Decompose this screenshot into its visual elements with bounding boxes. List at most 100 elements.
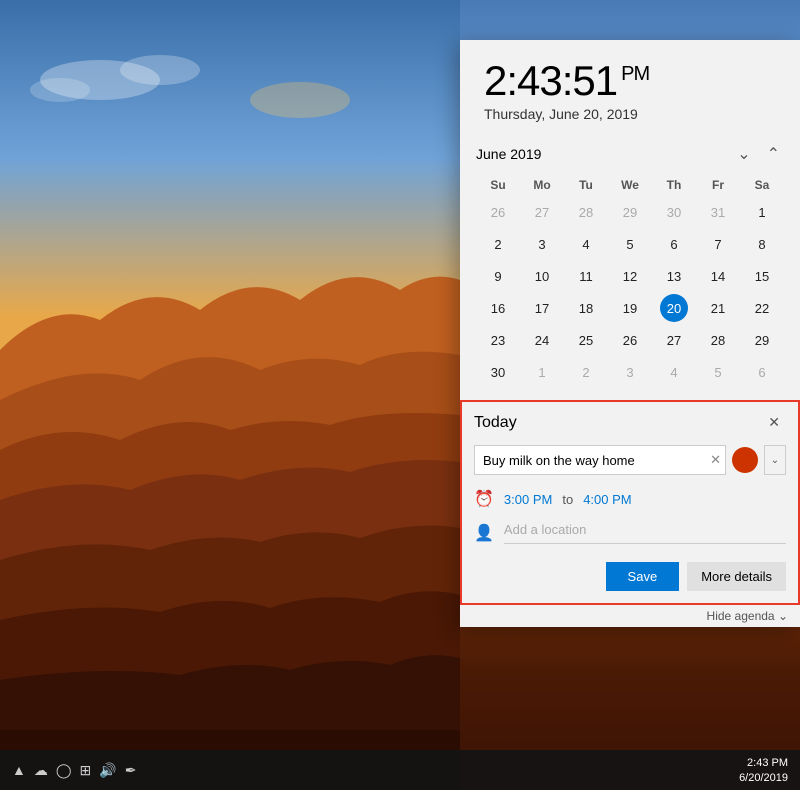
calendar-day[interactable]: 6	[652, 228, 696, 260]
event-location-row: 👤 Add a location	[462, 515, 798, 554]
calendar-next-button[interactable]: ⌃	[763, 142, 784, 166]
calendar-day[interactable]: 14	[696, 260, 740, 292]
calendar-week-6: 30 1 2 3 4 5 6	[476, 356, 784, 388]
taskbar-volume-icon[interactable]: 🔊	[99, 762, 116, 779]
taskbar-pen-icon[interactable]: ✒	[125, 762, 137, 779]
taskbar-notification-icons: ▲ ☁ ◯ ⊞ 🔊 ✒	[12, 762, 136, 779]
calendar-day[interactable]: 5	[696, 356, 740, 388]
taskbar-right: 2:43 PM 6/20/2019	[739, 756, 788, 783]
taskbar-datetime[interactable]: 2:43 PM 6/20/2019	[739, 756, 788, 783]
calendar-day[interactable]: 15	[740, 260, 784, 292]
event-time-start[interactable]: 3:00 PM	[504, 492, 552, 507]
calendar-day[interactable]: 1	[520, 356, 564, 388]
taskbar-time: 2:43 PM	[739, 756, 788, 771]
event-time-end[interactable]: 4:00 PM	[583, 492, 631, 507]
calendar-day[interactable]: 29	[608, 196, 652, 228]
location-icon: 👤	[474, 523, 494, 543]
calendar-day[interactable]: 6	[740, 356, 784, 388]
calendar-day[interactable]: 3	[608, 356, 652, 388]
taskbar: ▲ ☁ ◯ ⊞ 🔊 ✒ 2:43 PM 6/20/2019	[0, 750, 800, 790]
event-time-row: ⏰ 3:00 PM to 4:00 PM	[462, 483, 798, 515]
taskbar-cloud-icon[interactable]: ☁	[34, 762, 48, 779]
calendar-day[interactable]: 21	[696, 292, 740, 324]
calendar-week-3: 9 10 11 12 13 14 15	[476, 260, 784, 292]
calendar-month-year: June 2019	[476, 146, 541, 162]
agenda-close-button[interactable]: ✕	[762, 412, 786, 433]
event-time-separator: to	[562, 492, 573, 507]
calendar-day[interactable]: 16	[476, 292, 520, 324]
event-location-placeholder: Add a location	[504, 522, 586, 537]
event-title-clear-button[interactable]: ✕	[706, 452, 725, 468]
clock-display: 2:43:51PM	[484, 60, 776, 102]
calendar-day[interactable]: 5	[608, 228, 652, 260]
hide-agenda-label: Hide agenda	[707, 609, 775, 623]
clock-date: Thursday, June 20, 2019	[484, 106, 776, 122]
calendar-day[interactable]: 23	[476, 324, 520, 356]
calendar-week-4: 16 17 18 19 20 21 22	[476, 292, 784, 324]
calendar-day[interactable]: 2	[476, 228, 520, 260]
event-save-button[interactable]: Save	[606, 562, 680, 591]
calendar-day[interactable]: 18	[564, 292, 608, 324]
calendar-today[interactable]: 20	[652, 292, 696, 324]
calendar-day[interactable]: 9	[476, 260, 520, 292]
clock-time-value: 2:43:51	[484, 57, 617, 104]
calendar-day[interactable]: 28	[696, 324, 740, 356]
calendar-day[interactable]: 11	[564, 260, 608, 292]
event-color-button[interactable]	[732, 447, 758, 473]
calendar-day[interactable]: 12	[608, 260, 652, 292]
calendar-week-1: 26 27 28 29 30 31 1	[476, 196, 784, 228]
weekday-su: Su	[476, 174, 520, 196]
calendar-day[interactable]: 13	[652, 260, 696, 292]
calendar-day[interactable]: 24	[520, 324, 564, 356]
calendar-day[interactable]: 28	[564, 196, 608, 228]
calendar-day[interactable]: 30	[476, 356, 520, 388]
calendar-prev-button[interactable]: ⌄	[733, 142, 754, 166]
calendar-section: June 2019 ⌄ ⌃ Su Mo Tu We Th Fr Sa	[460, 134, 800, 400]
calendar-day[interactable]: 8	[740, 228, 784, 260]
calendar-day[interactable]: 19	[608, 292, 652, 324]
event-more-details-button[interactable]: More details	[687, 562, 786, 591]
calendar-weekday-header: Su Mo Tu We Th Fr Sa	[476, 174, 784, 196]
event-title-input[interactable]	[475, 445, 706, 475]
taskbar-circle-icon[interactable]: ◯	[56, 762, 72, 779]
calendar-day[interactable]: 26	[476, 196, 520, 228]
calendar-day[interactable]: 17	[520, 292, 564, 324]
weekday-we: We	[608, 174, 652, 196]
event-title-row: ✕ ⌄	[462, 441, 798, 483]
taskbar-chevron-icon[interactable]: ▲	[12, 762, 26, 778]
calendar-day[interactable]: 2	[564, 356, 608, 388]
hide-agenda-link[interactable]: Hide agenda ⌄	[707, 609, 788, 623]
agenda-title: Today	[474, 414, 517, 432]
calendar-day[interactable]: 30	[652, 196, 696, 228]
calendar-week-2: 2 3 4 5 6 7 8	[476, 228, 784, 260]
weekday-fr: Fr	[696, 174, 740, 196]
event-color-dropdown-button[interactable]: ⌄	[764, 445, 786, 475]
calendar-day[interactable]: 29	[740, 324, 784, 356]
agenda-section: Today ✕ ✕ ⌄ ⏰ 3:00 PM to 4:00 PM 👤 Add a…	[460, 400, 800, 605]
calendar-day[interactable]: 31	[696, 196, 740, 228]
taskbar-date: 6/20/2019	[739, 772, 788, 784]
calendar-day[interactable]: 1	[740, 196, 784, 228]
calendar-day[interactable]: 7	[696, 228, 740, 260]
calendar-day[interactable]: 26	[608, 324, 652, 356]
event-title-wrapper: ✕	[474, 445, 726, 475]
calendar-day[interactable]: 10	[520, 260, 564, 292]
calendar-day[interactable]: 22	[740, 292, 784, 324]
calendar-grid: Su Mo Tu We Th Fr Sa 26 27 28 29 30 31	[476, 174, 784, 388]
calendar-day[interactable]: 27	[652, 324, 696, 356]
weekday-mo: Mo	[520, 174, 564, 196]
event-buttons-row: Save More details	[462, 554, 798, 603]
calendar-day[interactable]: 27	[520, 196, 564, 228]
chevron-down-icon: ⌄	[778, 609, 788, 623]
taskbar-display-icon[interactable]: ⊞	[80, 762, 92, 779]
event-location-input-area[interactable]: Add a location	[504, 521, 786, 544]
weekday-sa: Sa	[740, 174, 784, 196]
calendar-day[interactable]: 25	[564, 324, 608, 356]
calendar-header: June 2019 ⌄ ⌃	[476, 142, 784, 166]
weekday-tu: Tu	[564, 174, 608, 196]
clock-section: 2:43:51PM Thursday, June 20, 2019	[460, 40, 800, 134]
calendar-day[interactable]: 4	[652, 356, 696, 388]
weekday-th: Th	[652, 174, 696, 196]
calendar-day[interactable]: 4	[564, 228, 608, 260]
calendar-day[interactable]: 3	[520, 228, 564, 260]
